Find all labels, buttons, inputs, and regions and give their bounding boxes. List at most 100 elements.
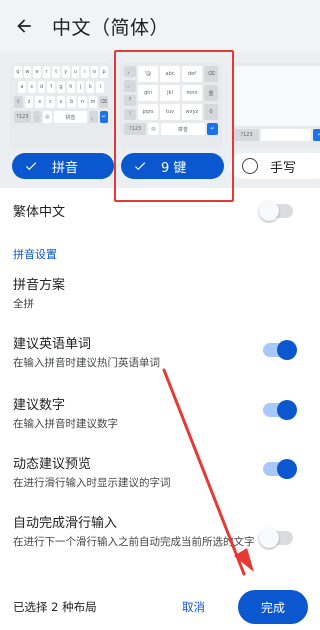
key: d xyxy=(37,81,46,93)
setting-description: 在输入拼音时建议热门英语单词 xyxy=(13,357,160,369)
key: a xyxy=(18,81,26,93)
backspace-icon: ⌫ xyxy=(99,96,109,108)
toggle-knob xyxy=(277,340,297,360)
t9-key: pqrs xyxy=(138,104,158,120)
space-key xyxy=(261,129,312,141)
t9-key: jkl xyxy=(160,85,180,101)
space-key: 拼音 xyxy=(161,123,205,135)
traditional-chinese-toggle[interactable] xyxy=(259,201,293,221)
toggle-knob xyxy=(277,459,297,479)
pinyin-settings-header: 拼音设置 xyxy=(13,246,307,262)
key: g xyxy=(57,81,65,93)
symbols-key: ?123 xyxy=(234,129,260,141)
setting-description: 在输入拼音时建议数字 xyxy=(13,418,118,430)
setting-value: 全拼 xyxy=(13,298,34,310)
key: w xyxy=(23,66,32,78)
key: i xyxy=(81,66,89,78)
t9-layout-preview[interactable]: ， 。 ? ! '@ abc def ghi jkl mno pqrs tuv wxyz ⌫ 重… xyxy=(120,62,222,148)
bottom-bar: 已选择 2 种布局 取消 完成 xyxy=(0,584,320,630)
t9-key: wxyz xyxy=(182,104,202,120)
t9-side-key: 。 xyxy=(124,80,136,92)
key: v xyxy=(56,96,66,108)
key: j xyxy=(76,81,85,93)
enter-icon: ↵ xyxy=(207,123,218,135)
layout-picker: qwertyuiop asdfghjkl ⇧ z x c v b n m ⌫ ?123 , ◎ … xyxy=(0,52,320,188)
zero-key: 0 xyxy=(204,104,218,120)
enter-icon: ↵ xyxy=(313,129,320,141)
t9-layout-chip[interactable]: 9 键 xyxy=(121,153,224,179)
t9-key: tuv xyxy=(160,104,180,120)
section-label: 拼音设置 xyxy=(13,248,57,261)
qwerty-layout-preview[interactable]: qwertyuiop asdfghjkl ⇧ z x c v b n m ⌫ ?123 , ◎ … xyxy=(10,62,112,148)
pinyin-layout-chip[interactable]: 拼音 xyxy=(12,153,114,179)
chip-label: 拼音 xyxy=(52,160,79,176)
toggle-knob xyxy=(259,201,279,221)
toggle-knob xyxy=(277,400,297,420)
key: e xyxy=(33,66,41,78)
key: o xyxy=(90,66,99,78)
key: h xyxy=(66,81,75,93)
enter-icon: ↵ xyxy=(99,111,109,123)
symbols-key: ?123 xyxy=(14,111,31,123)
dynamic-preview-setting[interactable]: 动态建议预览 在进行滑行输入时显示建议的字词 xyxy=(13,453,307,491)
shift-icon: ⇧ xyxy=(14,96,23,108)
pinyin-scheme-setting[interactable]: 拼音方案 全拼 xyxy=(13,274,307,312)
auto-complete-swipe-toggle[interactable] xyxy=(259,528,293,548)
app-bar: 中文（简体） xyxy=(0,0,320,52)
key: m xyxy=(88,96,98,108)
t9-side-key: ? xyxy=(124,94,136,106)
setting-description: 在进行下一个滑行输入之前自动完成当前所选的文字 xyxy=(13,536,255,548)
globe-icon: ◎ xyxy=(148,123,159,135)
auto-complete-swipe-setting[interactable]: 自动完成滑行输入 在进行下一个滑行输入之前自动完成当前所选的文字 xyxy=(13,512,307,550)
clear-key: 重 xyxy=(204,85,218,101)
suggest-numbers-setting[interactable]: 建议数字 在输入拼音时建议数字 xyxy=(13,394,307,432)
traditional-chinese-setting[interactable]: 繁体中文 xyxy=(13,201,307,221)
t9-key: ghi xyxy=(138,85,158,101)
key: p xyxy=(100,66,108,78)
handwriting-layout-preview[interactable]: ?123 ↵ xyxy=(230,62,320,148)
key: x xyxy=(35,96,45,108)
t9-side-key: ! xyxy=(124,108,136,120)
backspace-icon: ⌫ xyxy=(204,66,218,82)
key: k xyxy=(86,81,95,93)
setting-title: 自动完成滑行输入 xyxy=(13,516,118,531)
done-button[interactable]: 完成 xyxy=(238,590,308,624)
key: r xyxy=(42,66,51,78)
t9-key: '@ xyxy=(138,66,158,82)
key: t xyxy=(52,66,60,78)
selected-count-text: 已选择 2 种布局 xyxy=(13,600,97,614)
symbols-key: ?123 xyxy=(124,123,146,135)
suggest-english-toggle[interactable] xyxy=(263,340,297,360)
page-title: 中文（简体） xyxy=(52,16,170,39)
handwriting-layout-chip[interactable]: 手写 xyxy=(230,153,320,179)
key: n xyxy=(78,96,87,108)
arrow-left-icon[interactable] xyxy=(14,16,34,36)
radio-unchecked-icon xyxy=(242,158,258,174)
key: y xyxy=(61,66,70,78)
key: z xyxy=(24,96,34,108)
space-key: 拼音 xyxy=(53,111,88,123)
toggle-knob xyxy=(259,528,279,548)
chip-label: 手写 xyxy=(270,160,297,176)
key: q xyxy=(14,66,22,78)
t9-key: def xyxy=(182,66,202,82)
suggest-numbers-toggle[interactable] xyxy=(263,400,297,420)
key: c xyxy=(46,96,55,108)
period-key: 。 xyxy=(89,111,98,123)
t9-key: mno xyxy=(182,85,202,101)
suggest-english-setting[interactable]: 建议英语单词 在输入拼音时建议热门英语单词 xyxy=(13,333,307,371)
key: u xyxy=(71,66,80,78)
comma-key: , xyxy=(32,111,42,123)
globe-icon: ◎ xyxy=(43,111,52,123)
cancel-button[interactable]: 取消 xyxy=(182,599,205,615)
key: l xyxy=(96,81,105,93)
chip-label: 9 键 xyxy=(161,160,187,176)
key: f xyxy=(47,81,56,93)
key: s xyxy=(27,81,36,93)
check-icon xyxy=(134,162,146,171)
t9-key: abc xyxy=(160,66,180,82)
dynamic-preview-toggle[interactable] xyxy=(263,459,297,479)
key: b xyxy=(67,96,77,108)
setting-description: 在进行滑行输入时显示建议的字词 xyxy=(13,477,171,489)
check-icon xyxy=(25,162,37,171)
